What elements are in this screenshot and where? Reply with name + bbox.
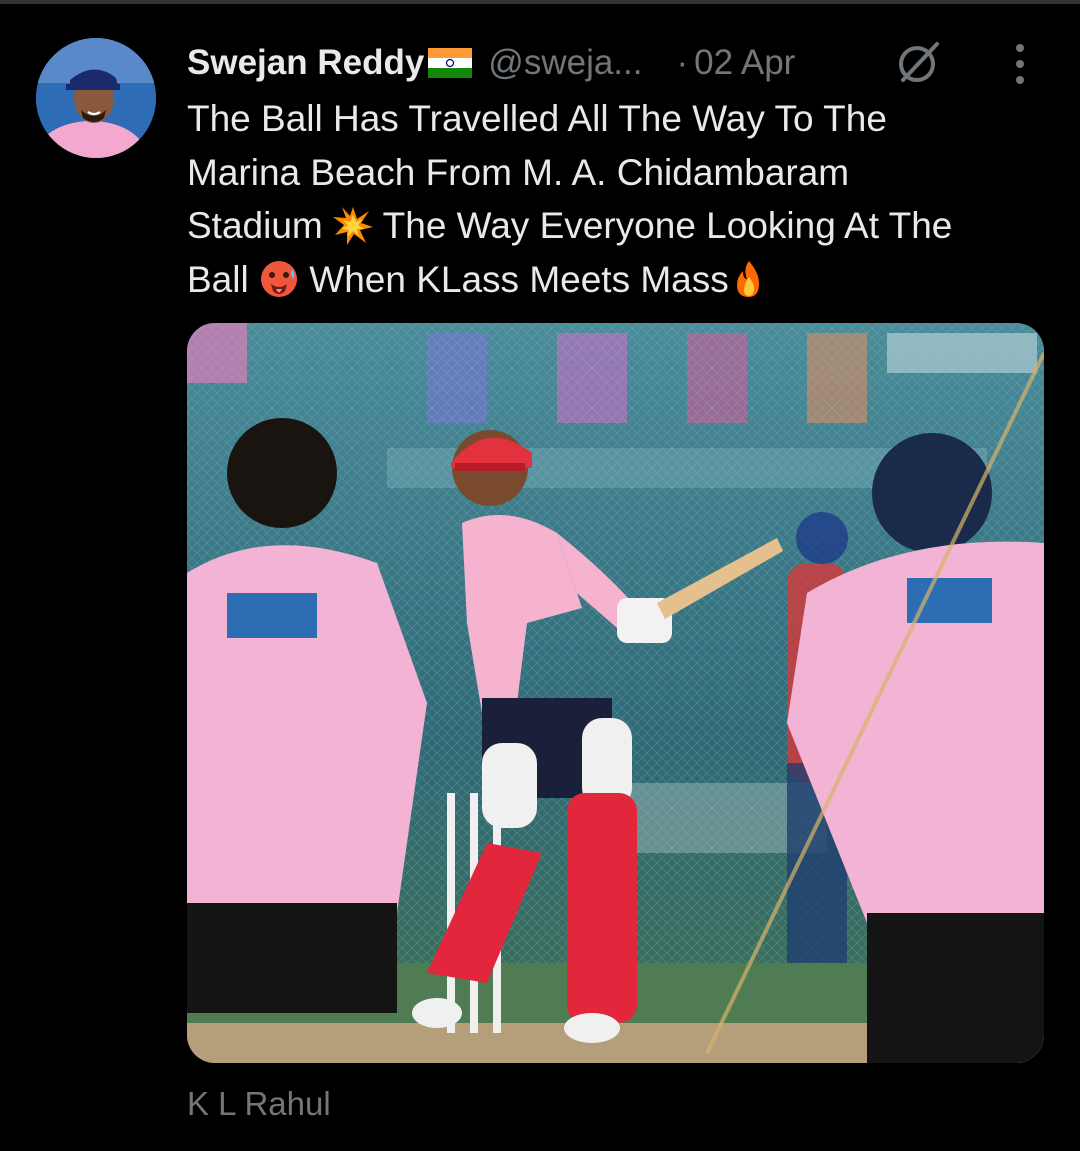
fire-emoji-icon — [736, 260, 759, 297]
media-caption: K L Rahul — [187, 1085, 331, 1122]
tweet-line-5: Ball — [187, 258, 249, 300]
author-name[interactable]: Swejan Reddy — [187, 43, 424, 83]
avatar[interactable] — [36, 38, 156, 158]
avatar-image — [36, 38, 156, 158]
grok-icon[interactable] — [895, 38, 943, 86]
tweet-line-2: Marina Beach From M. A. Chidambaram — [187, 151, 850, 193]
hot-face-emoji-icon — [260, 260, 297, 297]
tweet-header: Swejan Reddy @sweja... · 02 Apr — [187, 38, 795, 88]
tweet-text: The Ball Has Travelled All The Way To Th… — [187, 92, 1047, 306]
author-handle[interactable]: @sweja... — [488, 43, 642, 83]
cricket-photo — [187, 323, 1044, 1063]
tweet-media-image[interactable] — [187, 323, 1044, 1063]
top-divider — [0, 0, 1080, 4]
tweet-line-1: The Ball Has Travelled All The Way To Th… — [187, 98, 887, 139]
more-vertical-icon[interactable] — [1002, 42, 1038, 86]
collision-emoji-icon — [333, 207, 374, 245]
post-date[interactable]: 02 Apr — [694, 43, 795, 83]
tweet-line-3: Stadium — [187, 205, 323, 246]
tweet-line-6: When KLass Meets Mass — [309, 258, 729, 300]
tweet-line-4: The Way Everyone Looking At The — [382, 205, 953, 246]
separator-dot: · — [676, 43, 689, 82]
india-flag-icon — [428, 48, 473, 78]
